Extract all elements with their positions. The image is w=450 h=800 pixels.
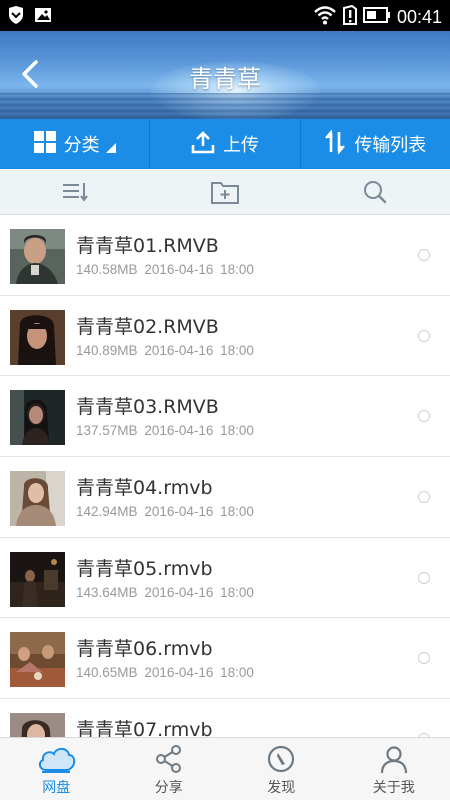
user-icon bbox=[380, 746, 407, 774]
search-button[interactable] bbox=[300, 169, 450, 214]
file-name: 青青草04.rmvb bbox=[76, 477, 213, 500]
grid-icon bbox=[33, 130, 56, 158]
share-icon bbox=[155, 745, 181, 773]
video-thumbnail bbox=[10, 632, 65, 688]
video-thumbnail bbox=[10, 229, 65, 284]
sort-list-icon bbox=[63, 182, 88, 202]
upload-label: 上传 bbox=[222, 135, 259, 156]
file-time: 18:00 bbox=[220, 423, 254, 439]
select-radio[interactable] bbox=[418, 571, 430, 584]
transfer-list-label: 传输列表 bbox=[354, 135, 427, 156]
file-list: 青青草01.RMVB 140.58MB 2016-04-16 18:00 青青草… bbox=[0, 215, 450, 737]
file-row[interactable]: 青青草05.rmvb 143.64MB 2016-04-16 18:00 bbox=[0, 538, 450, 619]
file-row[interactable]: 青青草01.RMVB 140.58MB 2016-04-16 18:00 bbox=[0, 215, 450, 296]
select-radio[interactable] bbox=[418, 652, 430, 665]
nav-item-about-me[interactable]: 关于我 bbox=[338, 738, 450, 800]
nav-label: 分享 bbox=[154, 780, 183, 796]
toolbar bbox=[0, 169, 450, 215]
video-thumbnail bbox=[10, 713, 65, 737]
battery-icon bbox=[362, 7, 391, 27]
dropdown-corner-icon bbox=[105, 143, 116, 153]
nav-label: 关于我 bbox=[372, 780, 415, 796]
image-notification-icon bbox=[34, 6, 52, 28]
file-size: 137.57MB bbox=[76, 423, 138, 439]
file-name: 青青草05.rmvb bbox=[76, 557, 213, 580]
file-row[interactable]: 青青草07.rmvb bbox=[0, 699, 450, 737]
video-thumbnail bbox=[10, 551, 65, 607]
file-name: 青青草02.RMVB bbox=[76, 315, 219, 338]
file-date: 2016-04-16 bbox=[144, 262, 214, 277]
wifi-icon bbox=[313, 5, 337, 29]
select-radio[interactable] bbox=[418, 249, 430, 261]
file-time: 18:00 bbox=[220, 665, 254, 681]
nav-label: 网盘 bbox=[42, 780, 71, 796]
file-meta: 140.58MB 2016-04-16 18:00 bbox=[76, 262, 254, 277]
file-date: 2016-04-16 bbox=[144, 584, 214, 600]
file-name: 青青草06.rmvb bbox=[76, 638, 213, 661]
header: 青青草 bbox=[0, 31, 450, 119]
sort-button[interactable] bbox=[0, 169, 150, 214]
sim-alert-icon bbox=[342, 4, 357, 29]
transfer-arrows-icon bbox=[324, 128, 346, 159]
upload-button[interactable]: 上传 bbox=[150, 119, 301, 169]
compass-icon bbox=[268, 745, 295, 773]
upload-icon bbox=[191, 130, 215, 159]
file-meta: 143.64MB 2016-04-16 18:00 bbox=[76, 585, 254, 600]
select-radio[interactable] bbox=[418, 329, 430, 342]
file-time: 18:00 bbox=[220, 504, 254, 520]
select-radio[interactable] bbox=[418, 410, 430, 423]
file-meta: 142.94MB 2016-04-16 18:00 bbox=[76, 504, 254, 519]
file-date: 2016-04-16 bbox=[144, 504, 214, 520]
nav-label: 发现 bbox=[267, 780, 296, 796]
clock: 00:41 bbox=[396, 6, 442, 27]
action-bar: 分类 上传 传输列表 bbox=[0, 119, 450, 169]
file-meta: 140.89MB 2016-04-16 18:00 bbox=[76, 343, 254, 358]
file-date: 2016-04-16 bbox=[144, 423, 214, 439]
file-row[interactable]: 青青草03.RMVB 137.57MB 2016-04-16 18:00 bbox=[0, 376, 450, 458]
category-label: 分类 bbox=[63, 135, 100, 156]
file-meta: 137.57MB 2016-04-16 18:00 bbox=[76, 423, 254, 438]
nav-item-share[interactable]: 分享 bbox=[113, 738, 226, 800]
header-background-sea bbox=[0, 93, 450, 119]
file-time: 18:00 bbox=[220, 342, 254, 358]
file-size: 140.65MB bbox=[76, 665, 138, 681]
transfer-list-button[interactable]: 传输列表 bbox=[301, 119, 450, 169]
video-thumbnail bbox=[10, 309, 65, 365]
bottom-nav: 网盘 分享 发现 关于我 bbox=[0, 737, 450, 800]
new-folder-icon bbox=[211, 181, 239, 204]
video-thumbnail bbox=[10, 390, 65, 446]
file-time: 18:00 bbox=[220, 584, 254, 600]
file-name: 青青草01.RMVB bbox=[76, 235, 219, 257]
file-row[interactable]: 青青草06.rmvb 140.65MB 2016-04-16 18:00 bbox=[0, 618, 450, 700]
nav-item-discover[interactable]: 发现 bbox=[225, 738, 338, 800]
cloud-icon bbox=[39, 747, 76, 773]
file-date: 2016-04-16 bbox=[144, 665, 214, 681]
file-time: 18:00 bbox=[220, 262, 254, 277]
new-folder-button[interactable] bbox=[150, 169, 300, 214]
video-thumbnail bbox=[10, 471, 65, 527]
app-screen: 00:41 青青草 分类 上传 传输列表 青青草01.RMVB 140.58MB… bbox=[0, 0, 450, 800]
file-date: 2016-04-16 bbox=[144, 342, 214, 358]
status-bar: 00:41 bbox=[0, 0, 450, 31]
shield-notification-icon bbox=[8, 6, 24, 28]
file-name: 青青草03.RMVB bbox=[76, 396, 219, 419]
file-row[interactable]: 青青草02.RMVB 140.89MB 2016-04-16 18:00 bbox=[0, 296, 450, 377]
file-size: 140.58MB bbox=[76, 262, 138, 277]
file-row[interactable]: 青青草04.rmvb 142.94MB 2016-04-16 18:00 bbox=[0, 457, 450, 538]
nav-item-cloud-drive[interactable]: 网盘 bbox=[0, 738, 113, 800]
select-radio[interactable] bbox=[418, 491, 430, 504]
file-name: 青青草07.rmvb bbox=[76, 719, 213, 737]
category-button[interactable]: 分类 bbox=[0, 119, 151, 169]
file-meta: 140.65MB 2016-04-16 18:00 bbox=[76, 665, 254, 680]
search-icon bbox=[364, 180, 387, 203]
file-size: 140.89MB bbox=[76, 342, 138, 358]
page-title: 青青草 bbox=[189, 65, 261, 93]
file-size: 143.64MB bbox=[76, 584, 138, 600]
file-size: 142.94MB bbox=[76, 504, 138, 520]
